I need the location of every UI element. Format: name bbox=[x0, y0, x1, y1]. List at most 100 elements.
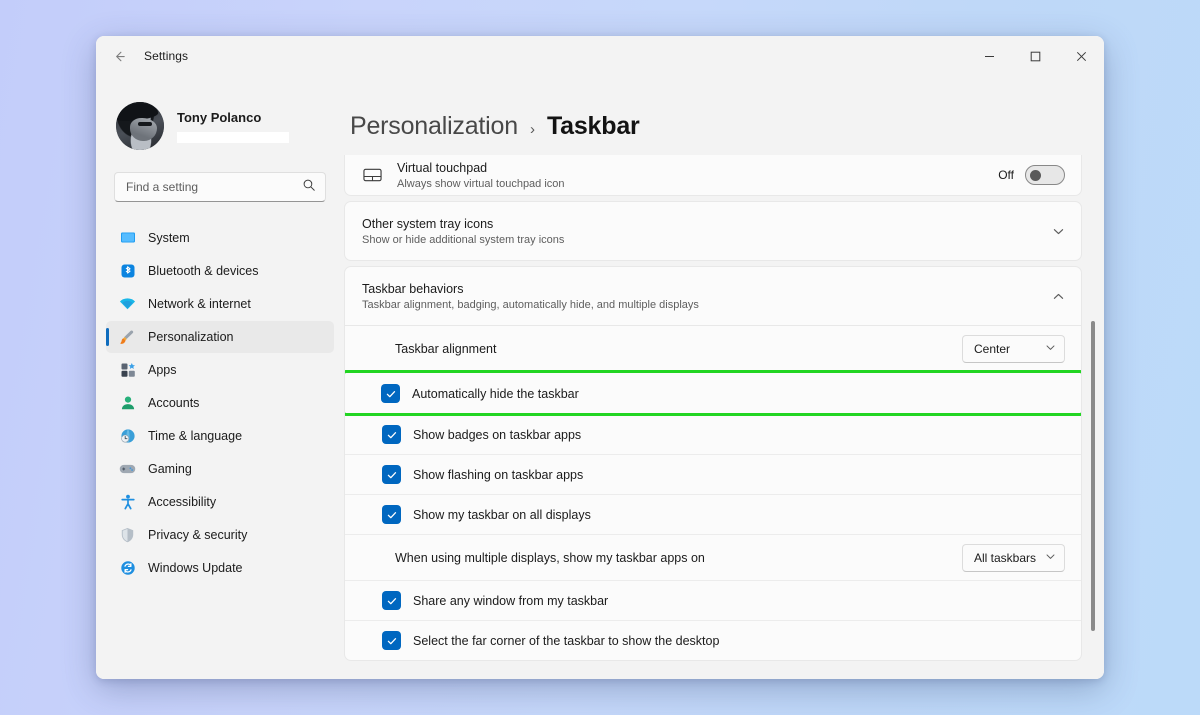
sidebar-item-gaming[interactable]: Gaming bbox=[106, 453, 334, 485]
window-body: Tony Polanco Find a setting System Bluet… bbox=[96, 76, 1104, 679]
row-label: Show badges on taskbar apps bbox=[413, 427, 582, 442]
card-other-system-tray-icons[interactable]: Other system tray icons Show or hide add… bbox=[344, 201, 1082, 261]
bluetooth-icon bbox=[119, 263, 136, 280]
chevron-down-icon bbox=[1045, 551, 1056, 565]
multiple-displays-dropdown[interactable]: All taskbars bbox=[962, 543, 1065, 572]
far-corner-show-desktop-checkbox[interactable] bbox=[382, 631, 401, 650]
sidebar-item-label: Gaming bbox=[148, 462, 192, 476]
row-show-flashing[interactable]: Show flashing on taskbar apps bbox=[345, 454, 1081, 494]
dropdown-value: All taskbars bbox=[974, 550, 1037, 565]
sidebar-item-label: Privacy & security bbox=[148, 528, 248, 542]
chevron-up-icon[interactable] bbox=[1052, 290, 1065, 303]
avatar[interactable] bbox=[116, 102, 164, 150]
sidebar-item-label: Apps bbox=[148, 363, 177, 377]
maximize-button[interactable] bbox=[1012, 36, 1058, 76]
shield-icon bbox=[119, 527, 136, 544]
sidebar-item-accessibility[interactable]: Accessibility bbox=[106, 486, 334, 518]
clock-globe-icon bbox=[119, 428, 136, 445]
accessibility-icon bbox=[119, 494, 136, 511]
sidebar-nav: System Bluetooth & devices Network & int… bbox=[106, 202, 334, 584]
row-label: Automatically hide the taskbar bbox=[412, 386, 579, 401]
show-taskbar-all-displays-checkbox[interactable] bbox=[382, 505, 401, 524]
row-far-corner-show-desktop[interactable]: Select the far corner of the taskbar to … bbox=[345, 620, 1081, 660]
virtual-touchpad-toggle[interactable] bbox=[1025, 165, 1065, 185]
window-controls bbox=[966, 36, 1104, 76]
sidebar-item-label: System bbox=[148, 231, 190, 245]
dropdown-value: Center bbox=[974, 342, 1011, 356]
breadcrumb-parent[interactable]: Personalization bbox=[350, 112, 518, 141]
sidebar-item-label: Accounts bbox=[148, 396, 200, 410]
main-scrollbar[interactable] bbox=[1088, 76, 1098, 679]
row-label: Share any window from my taskbar bbox=[413, 593, 609, 608]
scrollbar-thumb[interactable] bbox=[1091, 321, 1095, 631]
settings-scroll-area: Virtual touchpad Always show virtual tou… bbox=[344, 155, 1104, 679]
row-automatically-hide-taskbar[interactable]: Automatically hide the taskbar bbox=[345, 370, 1081, 416]
card-title: Other system tray icons bbox=[362, 216, 494, 231]
sidebar: Tony Polanco Find a setting System Bluet… bbox=[96, 76, 344, 679]
page-title: Taskbar bbox=[546, 112, 640, 140]
titlebar-title: Settings bbox=[144, 49, 189, 63]
row-show-taskbar-all-displays[interactable]: Show my taskbar on all displays bbox=[345, 494, 1081, 534]
card-virtual-touchpad[interactable]: Virtual touchpad Always show virtual tou… bbox=[344, 155, 1082, 196]
row-label: Show flashing on taskbar apps bbox=[413, 467, 584, 482]
sidebar-item-label: Accessibility bbox=[148, 495, 217, 509]
search-wrapper bbox=[106, 154, 334, 202]
sidebar-item-system[interactable]: System bbox=[106, 222, 334, 254]
card-subtitle: Show or hide additional system tray icon… bbox=[362, 233, 565, 246]
row-label: When using multiple displays, show my ta… bbox=[395, 550, 705, 565]
sidebar-item-time-language[interactable]: Time & language bbox=[106, 420, 334, 452]
sidebar-item-personalization[interactable]: Personalization bbox=[106, 321, 334, 353]
gamepad-icon bbox=[119, 461, 136, 478]
breadcrumb-separator: › bbox=[529, 121, 535, 138]
sidebar-item-windows-update[interactable]: Windows Update bbox=[106, 552, 334, 584]
card-subtitle: Always show virtual touchpad icon bbox=[397, 177, 565, 190]
apps-icon bbox=[119, 362, 136, 379]
card-subtitle: Taskbar alignment, badging, automaticall… bbox=[362, 298, 699, 311]
row-taskbar-alignment[interactable]: Taskbar alignment Center bbox=[345, 326, 1081, 372]
account-email-redacted bbox=[177, 131, 289, 143]
search-input[interactable] bbox=[126, 180, 302, 194]
show-badges-checkbox[interactable] bbox=[382, 425, 401, 444]
row-show-badges[interactable]: Show badges on taskbar apps bbox=[345, 414, 1081, 454]
sidebar-item-label: Network & internet bbox=[148, 297, 251, 311]
sidebar-item-label: Windows Update bbox=[148, 561, 243, 575]
sidebar-item-bluetooth-devices[interactable]: Bluetooth & devices bbox=[106, 255, 334, 287]
main-pane: Personalization › Taskbar Virtual touchp… bbox=[344, 76, 1104, 679]
sidebar-item-accounts[interactable]: Accounts bbox=[106, 387, 334, 419]
sidebar-item-label: Bluetooth & devices bbox=[148, 264, 259, 278]
sidebar-item-label: Personalization bbox=[148, 330, 234, 344]
toggle-state-label: Off bbox=[998, 168, 1014, 182]
settings-window: Settings Tony Polanco Find a setting Sys… bbox=[96, 36, 1104, 679]
sidebar-item-network-internet[interactable]: Network & internet bbox=[106, 288, 334, 320]
card-title: Taskbar behaviors bbox=[362, 281, 464, 296]
window-titlebar: Settings bbox=[96, 36, 1104, 76]
footer-links: Get help Give feedback bbox=[344, 661, 1082, 679]
automatically-hide-taskbar-checkbox[interactable] bbox=[381, 384, 400, 403]
search-box[interactable] bbox=[114, 172, 326, 202]
show-flashing-checkbox[interactable] bbox=[382, 465, 401, 484]
person-icon bbox=[119, 395, 136, 412]
account-block[interactable]: Tony Polanco bbox=[106, 76, 334, 154]
minimize-button[interactable] bbox=[966, 36, 1012, 76]
share-any-window-checkbox[interactable] bbox=[382, 591, 401, 610]
sidebar-item-privacy-security[interactable]: Privacy & security bbox=[106, 519, 334, 551]
row-label: Show my taskbar on all displays bbox=[413, 507, 591, 522]
close-button[interactable] bbox=[1058, 36, 1104, 76]
sidebar-item-apps[interactable]: Apps bbox=[106, 354, 334, 386]
row-multiple-displays[interactable]: When using multiple displays, show my ta… bbox=[345, 534, 1081, 580]
card-taskbar-behaviors[interactable]: Taskbar behaviors Taskbar alignment, bad… bbox=[344, 266, 1082, 326]
monitor-icon bbox=[119, 230, 136, 247]
paintbrush-icon bbox=[119, 329, 136, 346]
update-icon bbox=[119, 560, 136, 577]
back-button[interactable] bbox=[102, 41, 136, 71]
account-name: Tony Polanco bbox=[177, 109, 262, 125]
chevron-down-icon[interactable] bbox=[1052, 225, 1065, 238]
row-label: Taskbar alignment bbox=[395, 342, 497, 356]
wifi-icon bbox=[119, 296, 136, 313]
taskbar-alignment-dropdown[interactable]: Center bbox=[962, 335, 1065, 363]
search-icon bbox=[302, 178, 316, 197]
row-share-any-window[interactable]: Share any window from my taskbar bbox=[345, 580, 1081, 620]
card-title: Virtual touchpad bbox=[397, 160, 488, 175]
row-label: Select the far corner of the taskbar to … bbox=[413, 633, 720, 648]
sidebar-item-label: Time & language bbox=[148, 429, 243, 443]
